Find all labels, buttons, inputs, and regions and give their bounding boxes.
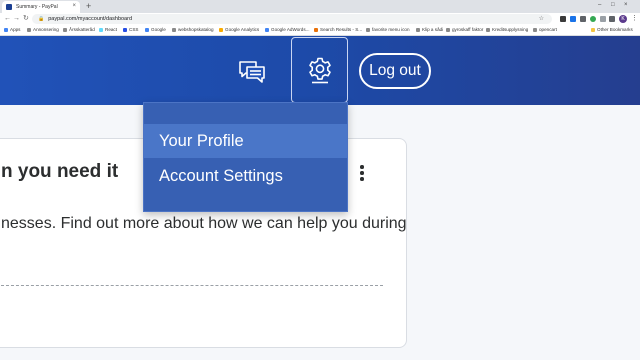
- bookmark-item[interactable]: Kreditsupplysning: [486, 26, 528, 34]
- address-url[interactable]: paypal.com/myaccount/dashboard: [48, 16, 132, 22]
- extension-icon[interactable]: [570, 16, 576, 22]
- bookmark-star-icon[interactable]: ☆: [539, 15, 544, 22]
- chat-bubbles-icon: [239, 61, 265, 83]
- paypal-favicon-icon: [6, 4, 12, 10]
- settings-dropdown-menu: Your Profile Account Settings: [143, 102, 348, 212]
- forward-button[interactable]: →: [13, 14, 20, 23]
- bookmark-item[interactable]: favorite menu icon: [366, 26, 410, 34]
- bookmark-item[interactable]: gyroskaff faktor: [446, 26, 483, 34]
- minimize-window-button[interactable]: –: [598, 2, 601, 8]
- bookmark-item[interactable]: Annonsering: [27, 26, 59, 34]
- bookmark-favicon-icon: [63, 28, 67, 32]
- react-icon: [99, 28, 103, 32]
- bookmark-favicon-icon: [366, 28, 370, 32]
- lock-icon: 🔒: [38, 16, 45, 22]
- extension-icon[interactable]: [580, 16, 586, 22]
- new-tab-button[interactable]: +: [86, 1, 91, 11]
- css-icon: [123, 28, 127, 32]
- extension-icon[interactable]: [560, 16, 566, 22]
- extension-icon[interactable]: [609, 16, 615, 22]
- back-button[interactable]: ←: [4, 14, 11, 23]
- bookmark-item[interactable]: Google: [145, 26, 166, 34]
- bookmark-item[interactable]: React: [99, 26, 117, 34]
- maximize-window-button[interactable]: □: [611, 2, 615, 8]
- bookmark-item[interactable]: Search Results - S...: [314, 26, 362, 34]
- bookmark-item[interactable]: CSS: [123, 26, 138, 34]
- bookmark-favicon-icon: [27, 28, 31, 32]
- bookmark-item[interactable]: Klip a sådi: [416, 26, 443, 34]
- settings-button[interactable]: [291, 37, 348, 103]
- menu-item-your-profile[interactable]: Your Profile: [144, 124, 347, 158]
- bookmark-item[interactable]: Google AdWords...: [265, 26, 309, 34]
- messages-button[interactable]: [232, 55, 272, 89]
- bookmarks-bar: Apps Annonsering Årsskatteråd React CSS …: [0, 25, 640, 36]
- bookmark-favicon-icon: [486, 28, 490, 32]
- google-icon: [145, 28, 149, 32]
- profile-avatar[interactable]: K: [619, 15, 627, 23]
- menu-item-account-settings[interactable]: Account Settings: [144, 159, 347, 193]
- bookmark-favicon-icon: [446, 28, 450, 32]
- bookmark-item[interactable]: webshopskatalog: [172, 26, 214, 34]
- adwords-icon: [265, 28, 269, 32]
- extension-icon[interactable]: [590, 16, 596, 22]
- vertical-ellipsis-icon: [360, 165, 364, 169]
- apps-icon: [4, 28, 8, 32]
- bookmark-favicon-icon: [533, 28, 537, 32]
- card-divider: [1, 285, 383, 286]
- extension-icon[interactable]: [600, 16, 606, 22]
- bookmark-item[interactable]: Apps: [4, 26, 20, 34]
- card-text: nesses. Find out more about how we can h…: [1, 215, 407, 232]
- bookmark-favicon-icon: [416, 28, 420, 32]
- tab-close-icon[interactable]: ×: [72, 3, 76, 10]
- browser-toolbar: ← → ↻ 🔒 paypal.com/myaccount/dashboard ☆…: [0, 13, 640, 25]
- browser-tab-summary[interactable]: Summary - PayPal ×: [2, 1, 80, 13]
- bookmark-item[interactable]: Google Analytics: [219, 26, 259, 34]
- address-bar[interactable]: 🔒 paypal.com/myaccount/dashboard ☆: [32, 14, 552, 24]
- bookmark-item[interactable]: Årsskatteråd: [63, 26, 95, 34]
- browser-tab-title: Summary - PayPal: [16, 4, 58, 10]
- reload-button[interactable]: ↻: [23, 14, 29, 23]
- paypal-header: Log out: [0, 36, 640, 105]
- folder-icon: [591, 28, 595, 32]
- browser-menu-icon[interactable]: ⋮: [631, 15, 638, 22]
- bookmark-favicon-icon: [314, 28, 318, 32]
- bookmark-favicon-icon: [172, 28, 176, 32]
- close-window-button[interactable]: ×: [624, 2, 628, 8]
- other-bookmarks-folder[interactable]: Other Bookmarks: [591, 26, 633, 34]
- bookmark-item[interactable]: opencart: [533, 26, 557, 34]
- analytics-icon: [219, 28, 223, 32]
- browser-tab-bar: Summary - PayPal × + – □ ×: [0, 0, 640, 13]
- gear-icon: [308, 57, 331, 84]
- more-options-button[interactable]: [357, 165, 367, 183]
- logout-button[interactable]: Log out: [359, 53, 431, 89]
- card-title: n you need it: [1, 161, 119, 182]
